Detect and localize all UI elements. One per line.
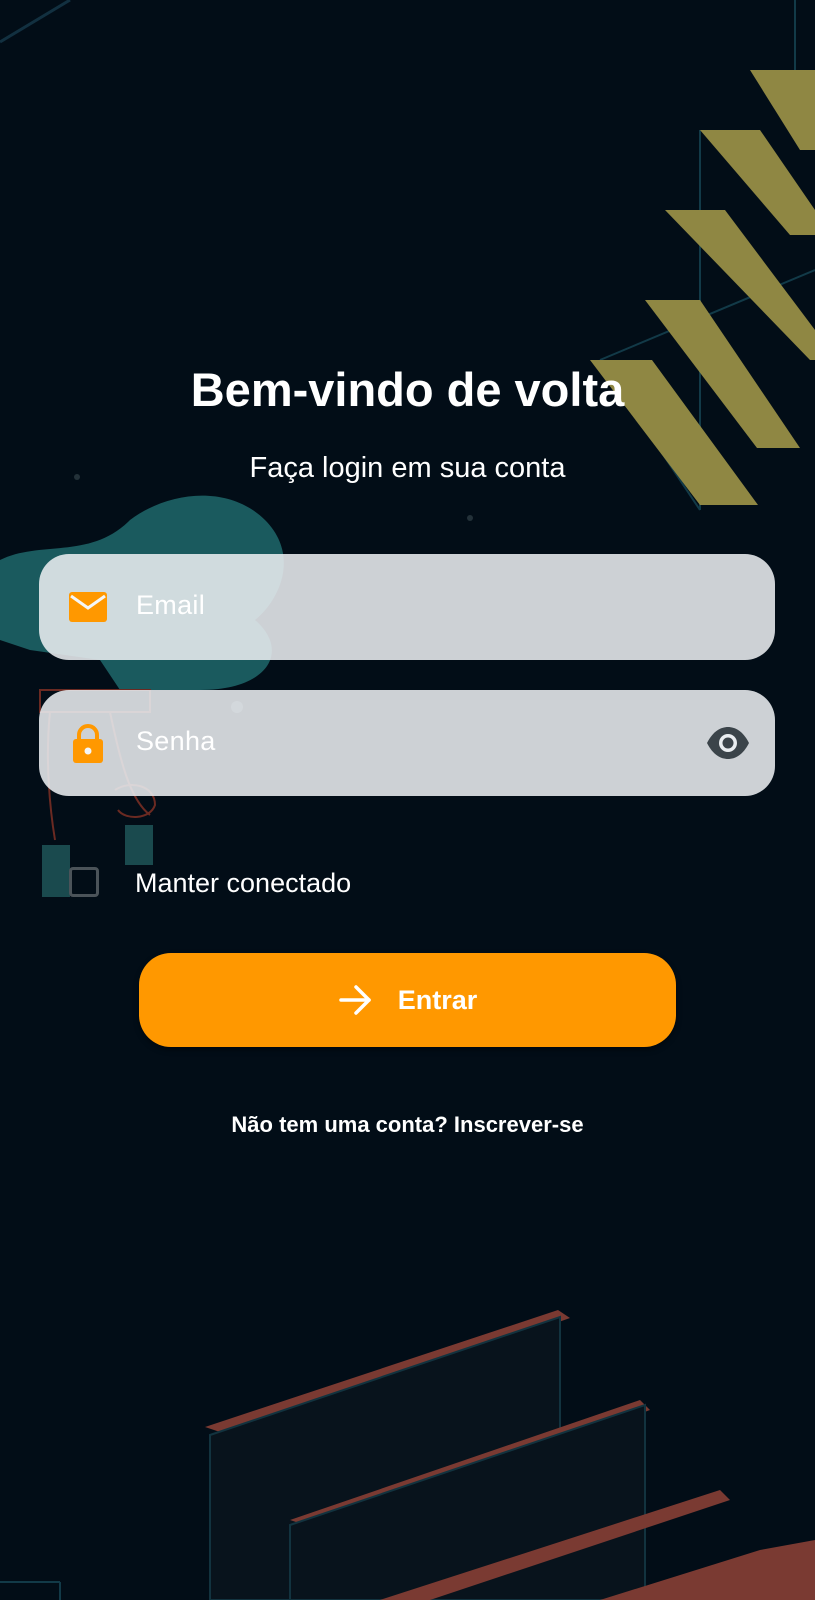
login-button[interactable]: Entrar — [139, 953, 676, 1047]
password-placeholder: Senha — [136, 726, 216, 756]
eye-icon[interactable] — [705, 725, 751, 761]
login-button-label: Entrar — [397, 984, 478, 1015]
remember-label: Manter conectado — [135, 868, 352, 898]
page-title: Bem-vindo de volta — [190, 363, 625, 416]
email-field[interactable]: Email — [39, 554, 775, 660]
envelope-icon — [69, 592, 107, 622]
lock-icon — [73, 724, 103, 763]
page-subtitle: Faça login em sua conta — [249, 452, 566, 484]
password-field[interactable]: Senha — [39, 690, 775, 796]
signup-link[interactable]: Não tem uma conta? Inscrever-se — [0, 1112, 815, 1138]
remember-checkbox[interactable] — [69, 867, 99, 897]
arrow-right-icon — [338, 985, 371, 1015]
email-placeholder: Email — [136, 590, 206, 620]
